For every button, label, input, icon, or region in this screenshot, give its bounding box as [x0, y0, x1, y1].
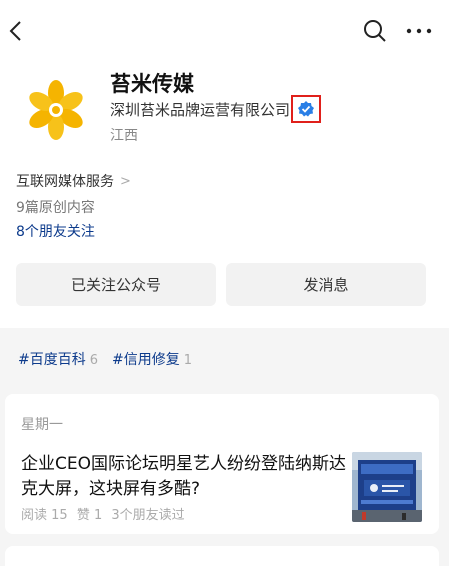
back-button[interactable]: [6, 18, 28, 44]
article-meta: 阅读 15 赞 1 3个朋友读过: [21, 504, 190, 523]
chevron-right-icon: >: [120, 173, 131, 189]
verified-icon: [298, 101, 315, 117]
tag-baidu-baike[interactable]: #百度百科: [18, 349, 86, 369]
search-button[interactable]: [362, 18, 388, 44]
verified-badge[interactable]: [291, 95, 322, 123]
article-weekday: 星期一: [21, 417, 63, 433]
more-icon: [406, 28, 432, 34]
service-label: 互联网媒体服务: [16, 174, 114, 190]
followed-button[interactable]: 已关注公众号: [16, 263, 216, 306]
service-category[interactable]: 互联网媒体服务 >: [16, 171, 131, 191]
article-reads: 阅读 15: [21, 508, 68, 523]
company-row: 深圳苔米品牌运营有限公司: [110, 95, 322, 123]
friends-following[interactable]: 8个朋友关注: [16, 221, 95, 241]
back-icon: [9, 21, 21, 41]
tag-credit-repair[interactable]: #信用修复: [112, 349, 180, 369]
article-card[interactable]: 星期一 企业CEO国际论坛明星艺人纷纷登陆纳斯达克大屏，这块屏有多酷? 阅读 1…: [5, 394, 439, 534]
more-button[interactable]: [404, 18, 434, 44]
tag-count: 6: [89, 353, 99, 368]
top-bar: [0, 0, 449, 60]
article-thumbnail[interactable]: [352, 452, 422, 522]
message-button[interactable]: 发消息: [226, 263, 426, 306]
account-logo[interactable]: [24, 78, 88, 142]
next-article-card[interactable]: [5, 546, 439, 566]
account-name: 苔米传媒: [110, 72, 194, 96]
article-title[interactable]: 企业CEO国际论坛明星艺人纷纷登陆纳斯达克大屏，这块屏有多酷?: [21, 452, 346, 502]
original-count: 9篇原创内容: [16, 200, 95, 216]
article-likes: 赞 1: [76, 508, 103, 523]
search-icon: [364, 20, 386, 42]
article-friends-read: 3个朋友读过: [111, 508, 185, 523]
tag-list: #百度百科 6 #信用修复 1: [18, 349, 206, 369]
company-name: 深圳苔米品牌运营有限公司: [110, 100, 291, 119]
tag-count: 1: [183, 353, 193, 368]
account-region: 江西: [110, 128, 138, 144]
